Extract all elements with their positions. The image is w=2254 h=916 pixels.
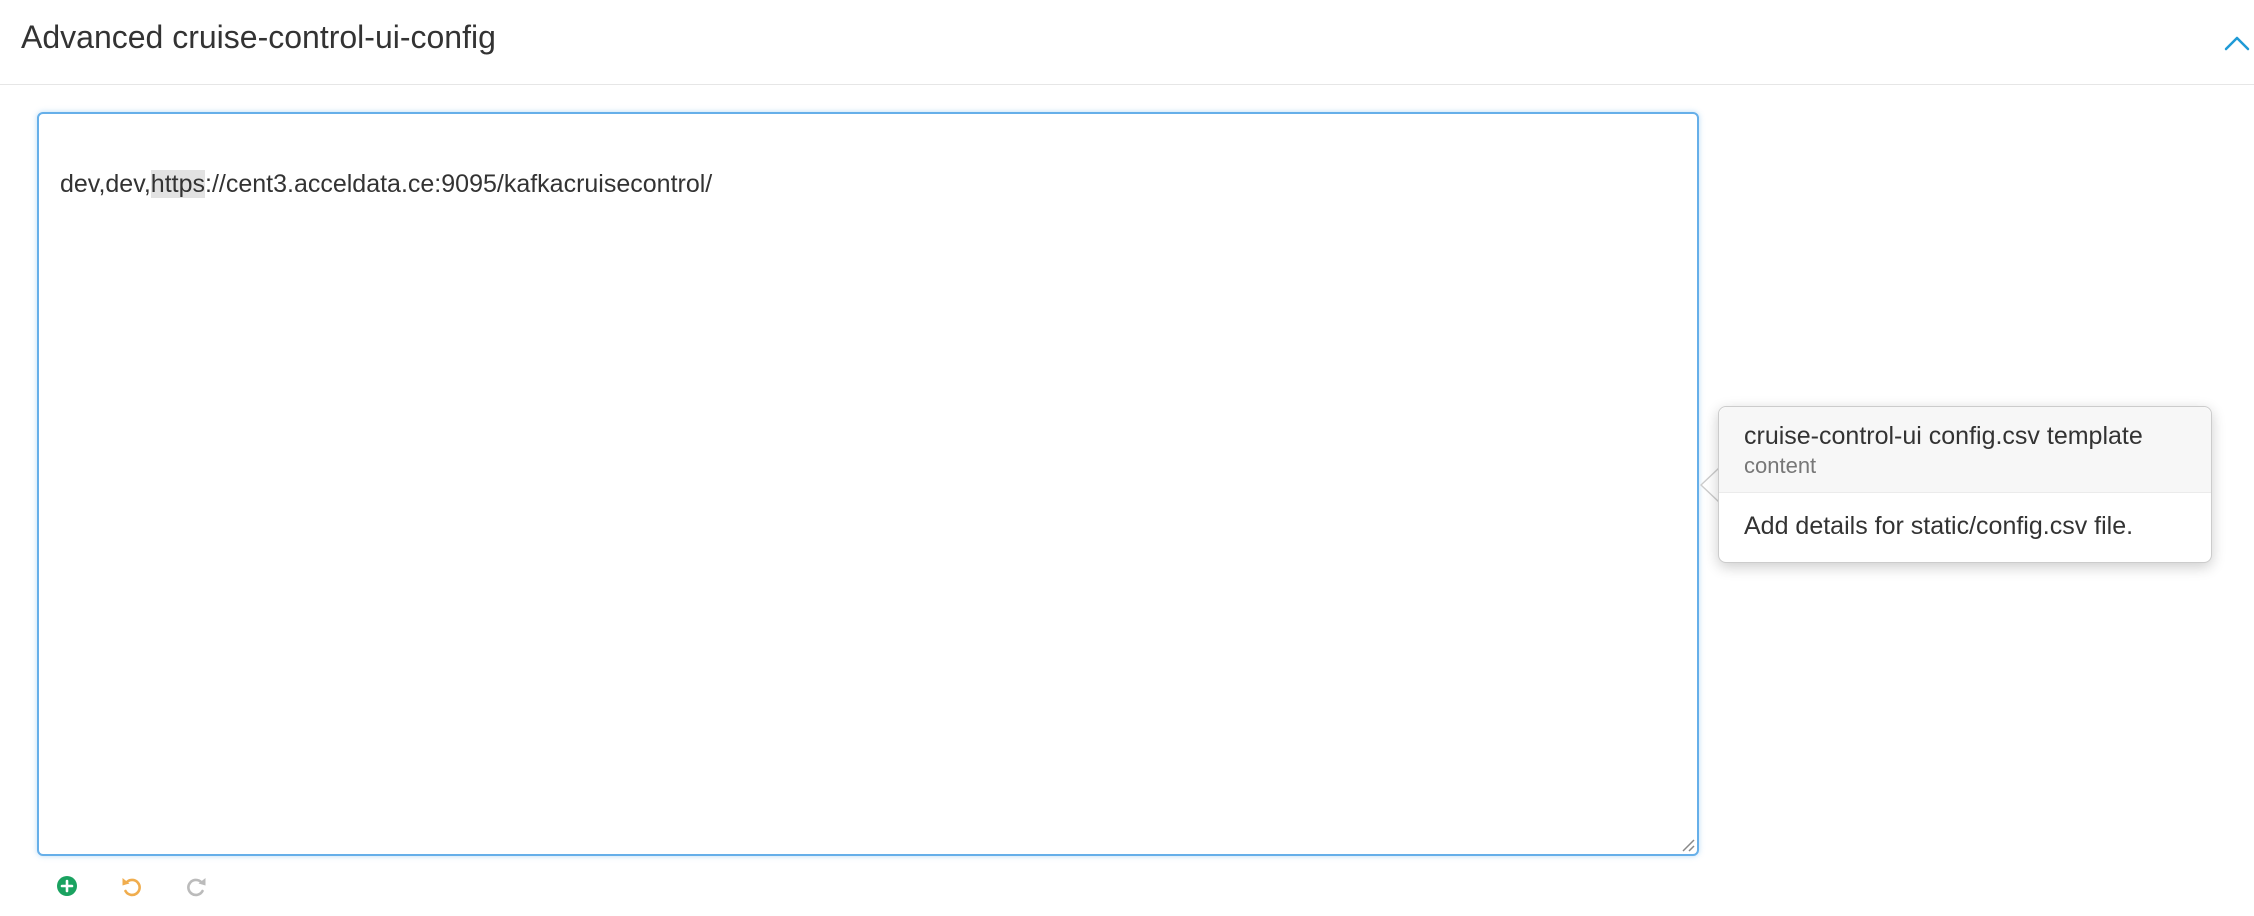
undo-icon [117,872,145,900]
popover-body: Add details for static/config.csv file. [1744,512,2134,540]
chevron-up-icon [2220,28,2254,58]
help-popover: cruise-control-ui config.csv template co… [1718,406,2212,563]
panel-title: Advanced cruise-control-ui-config [21,19,496,55]
undo-button[interactable] [117,872,145,900]
popover-header: cruise-control-ui config.csv template co… [1719,407,2211,493]
redo-icon [183,872,211,900]
popover-subtitle: content [1744,453,1817,478]
collapse-toggle[interactable] [2220,28,2254,58]
panel-header: Advanced cruise-control-ui-config [0,0,2254,85]
popover-title: cruise-control-ui config.csv template [1744,422,2143,450]
resize-handle[interactable] [1679,836,1695,852]
spell-highlight: https [150,170,205,198]
config-content-textarea[interactable]: dev,dev,https://cent3.acceldata.ce:9095/… [37,112,1699,856]
redo-button[interactable] [183,872,211,900]
plus-circle-icon [53,872,81,900]
config-content-value[interactable]: dev,dev,https://cent3.acceldata.ce:9095/… [60,168,712,200]
value-prefix: dev,dev, [60,170,151,198]
value-suffix: ://cent3.acceldata.ce:9095/kafkacruiseco… [205,170,713,198]
add-property-button[interactable] [53,872,81,900]
